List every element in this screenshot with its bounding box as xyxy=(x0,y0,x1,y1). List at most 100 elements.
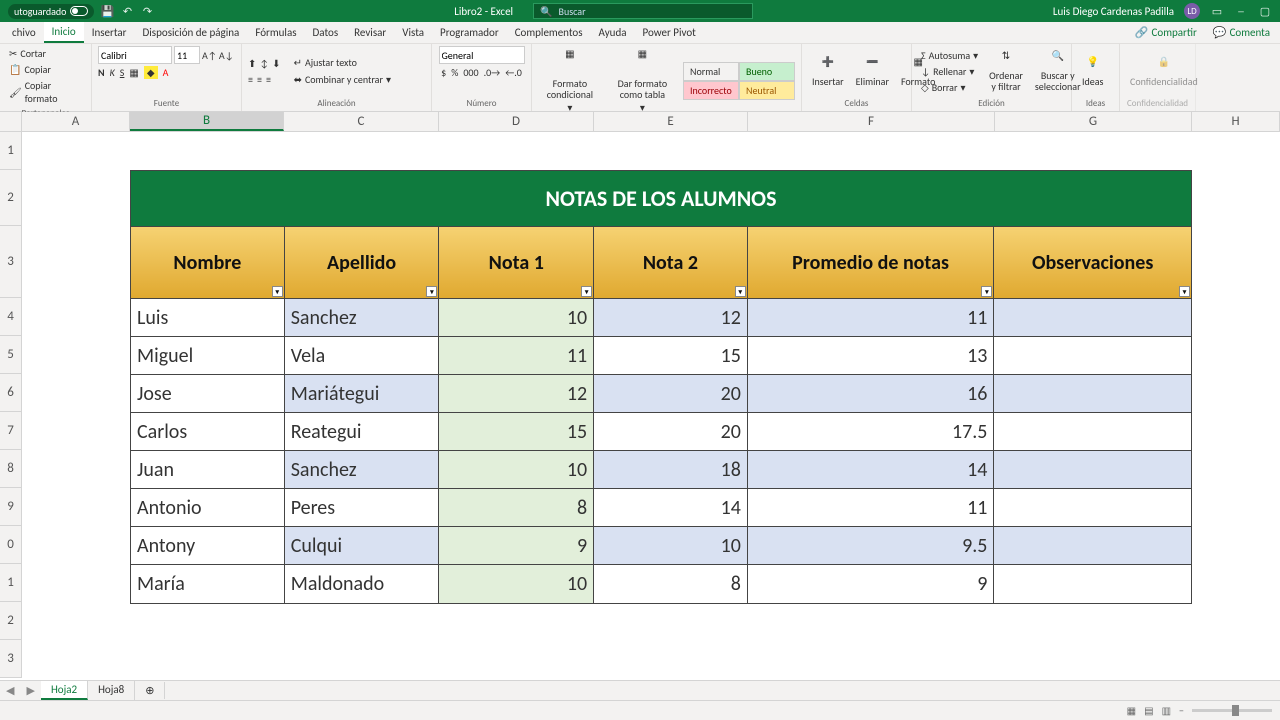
cell-n2[interactable]: 8 xyxy=(594,565,748,603)
fill-button[interactable]: ↓ Rellenar ▾ xyxy=(918,64,981,79)
maximize-icon[interactable]: ▢ xyxy=(1258,4,1272,18)
align-top-icon[interactable]: ⬆ xyxy=(248,57,256,70)
menu-ayuda[interactable]: Ayuda xyxy=(591,23,635,42)
col-header-G[interactable]: G xyxy=(995,112,1192,131)
row-header-9[interactable]: 9 xyxy=(0,488,21,526)
cell-obs[interactable] xyxy=(994,451,1191,488)
align-left-icon[interactable]: ≡ xyxy=(248,73,253,86)
menu-power-pivot[interactable]: Power Pivot xyxy=(635,23,704,42)
table-row[interactable]: MiguelVela111513 xyxy=(131,337,1191,375)
cut-button[interactable]: ✂ Cortar xyxy=(6,46,49,61)
style-neutral[interactable]: Neutral xyxy=(739,81,795,100)
italic-button[interactable]: K xyxy=(110,66,115,79)
copy-button[interactable]: 📋 Copiar xyxy=(6,62,54,77)
filter-icon[interactable]: ▾ xyxy=(981,286,992,297)
cell-n1[interactable]: 9 xyxy=(439,527,594,564)
cell-prom[interactable]: 9.5 xyxy=(748,527,995,564)
cell-n2[interactable]: 20 xyxy=(594,413,748,450)
decrease-decimal-icon[interactable]: ←.0 xyxy=(505,66,522,79)
wrap-text-button[interactable]: ↵ Ajustar texto xyxy=(291,55,394,70)
table-row[interactable]: JoseMariátegui122016 xyxy=(131,375,1191,413)
spreadsheet-grid[interactable]: ABCDEFGH 1234567890123 NOTAS DE LOS ALUM… xyxy=(0,112,1280,700)
cell-apellido[interactable]: Sanchez xyxy=(285,299,440,336)
row-header-2[interactable]: 2 xyxy=(0,170,21,226)
add-sheet-button[interactable]: ⊕ xyxy=(135,682,165,699)
align-right-icon[interactable]: ≡ xyxy=(266,73,271,86)
cell-apellido[interactable]: Mariátegui xyxy=(285,375,440,412)
share-button[interactable]: 🔗 Compartir xyxy=(1129,23,1203,42)
cell-n1[interactable]: 8 xyxy=(439,489,594,526)
comma-icon[interactable]: 000 xyxy=(463,66,478,79)
table-header-promedio-de-notas[interactable]: Promedio de notas▾ xyxy=(748,227,995,298)
col-header-A[interactable]: A xyxy=(22,112,130,131)
cell-prom[interactable]: 11 xyxy=(748,489,995,526)
row-header-13[interactable]: 3 xyxy=(0,640,21,678)
table-row[interactable]: AntonyCulqui9109.5 xyxy=(131,527,1191,565)
align-center-icon[interactable]: ≡ xyxy=(257,73,262,86)
filter-icon[interactable]: ▾ xyxy=(1179,286,1190,297)
menu-complementos[interactable]: Complementos xyxy=(507,23,591,42)
col-header-C[interactable]: C xyxy=(284,112,439,131)
zoom-slider[interactable] xyxy=(1192,709,1272,712)
view-normal-icon[interactable]: ▦ xyxy=(1127,704,1136,717)
cell-n1[interactable]: 11 xyxy=(439,337,594,374)
number-format-select[interactable] xyxy=(439,46,525,64)
row-header-5[interactable]: 5 xyxy=(0,336,21,374)
style-incorrecto[interactable]: Incorrecto xyxy=(683,81,739,100)
cell-n1[interactable]: 10 xyxy=(439,299,594,336)
cell-prom[interactable]: 14 xyxy=(748,451,995,488)
redo-icon[interactable]: ↷ xyxy=(140,4,154,18)
row-header-3[interactable]: 3 xyxy=(0,226,21,298)
style-normal[interactable]: Normal xyxy=(683,62,739,81)
select-all-corner[interactable] xyxy=(0,112,22,131)
autosum-button[interactable]: Σ Autosuma ▾ xyxy=(918,48,981,63)
increase-decimal-icon[interactable]: .0→ xyxy=(484,66,501,79)
cell-nombre[interactable]: María xyxy=(131,565,285,603)
table-header-nota-1[interactable]: Nota 1▾ xyxy=(439,227,594,298)
cell-obs[interactable] xyxy=(994,489,1191,526)
align-middle-icon[interactable]: ↕ xyxy=(260,57,268,70)
cell-nombre[interactable]: Juan xyxy=(131,451,285,488)
menu-insertar[interactable]: Insertar xyxy=(84,23,135,42)
cell-prom[interactable]: 16 xyxy=(748,375,995,412)
cell-n2[interactable]: 18 xyxy=(594,451,748,488)
table-row[interactable]: LuisSanchez101211 xyxy=(131,299,1191,337)
row-header-12[interactable]: 2 xyxy=(0,602,21,640)
table-row[interactable]: CarlosReategui152017.5 xyxy=(131,413,1191,451)
cell-nombre[interactable]: Luis xyxy=(131,299,285,336)
menu-programador[interactable]: Programador xyxy=(432,23,507,42)
col-header-H[interactable]: H xyxy=(1192,112,1280,131)
cell-obs[interactable] xyxy=(994,299,1191,336)
row-header-8[interactable]: 8 xyxy=(0,450,21,488)
autosave-toggle[interactable]: utoguardado xyxy=(8,4,94,19)
menu-fórmulas[interactable]: Fórmulas xyxy=(247,23,304,42)
cell-apellido[interactable]: Reategui xyxy=(285,413,440,450)
ideas-button[interactable]: 💡Ideas xyxy=(1078,54,1107,89)
sort-filter-button[interactable]: ⇅Ordenar y filtrar xyxy=(985,48,1027,94)
user-avatar[interactable]: LD xyxy=(1184,3,1200,19)
cell-apellido[interactable]: Sanchez xyxy=(285,451,440,488)
minimize-icon[interactable]: ─ xyxy=(1234,4,1248,18)
bold-button[interactable]: N xyxy=(98,66,105,79)
cell-n1[interactable]: 10 xyxy=(439,565,594,603)
cell-nombre[interactable]: Jose xyxy=(131,375,285,412)
row-header-10[interactable]: 0 xyxy=(0,526,21,564)
table-row[interactable]: MaríaMaldonado1089 xyxy=(131,565,1191,603)
cell-prom[interactable]: 11 xyxy=(748,299,995,336)
cell-prom[interactable]: 13 xyxy=(748,337,995,374)
font-size-select[interactable] xyxy=(174,46,200,64)
menu-disposición-de-página[interactable]: Disposición de página xyxy=(135,23,248,42)
fill-color-button[interactable]: ◆ xyxy=(144,66,158,79)
col-header-E[interactable]: E xyxy=(594,112,748,131)
row-header-6[interactable]: 6 xyxy=(0,374,21,412)
cell-n2[interactable]: 20 xyxy=(594,375,748,412)
cell-obs[interactable] xyxy=(994,337,1191,374)
cell-nombre[interactable]: Carlos xyxy=(131,413,285,450)
format-painter-button[interactable]: 🖌 Copiar formato xyxy=(6,78,85,106)
view-layout-icon[interactable]: ▤ xyxy=(1144,704,1153,717)
increase-font-icon[interactable]: A↑ xyxy=(202,49,217,62)
cell-n2[interactable]: 12 xyxy=(594,299,748,336)
sheet-tab-hoja8[interactable]: Hoja8 xyxy=(88,681,135,700)
table-row[interactable]: AntonioPeres81411 xyxy=(131,489,1191,527)
menu-inicio[interactable]: Inicio xyxy=(44,22,84,43)
